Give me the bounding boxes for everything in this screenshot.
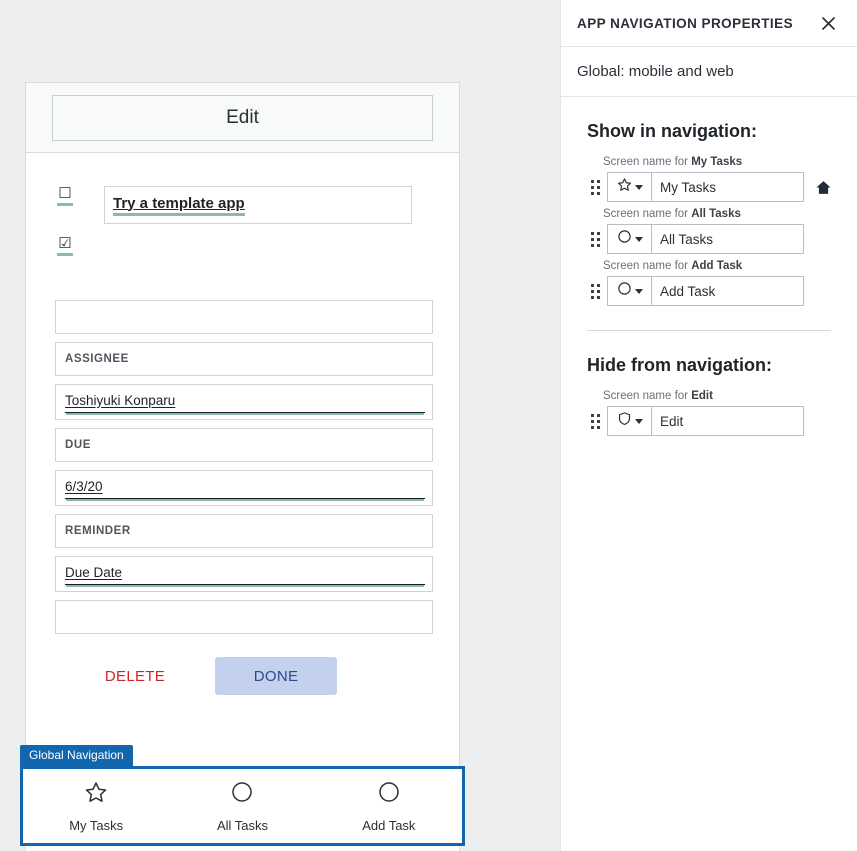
nav-config-item-my-tasks: Screen name for My Tasks — [561, 156, 857, 208]
caption-prefix: Screen name for — [603, 208, 692, 220]
task-title-text: Try a template app — [113, 195, 245, 216]
shield-icon — [617, 411, 632, 431]
global-navigation-overlay: Global Navigation My Tasks All Tasks Add… — [20, 745, 465, 846]
caption-screen: All Tasks — [691, 208, 741, 220]
nav-config-item-all-tasks: Screen name for All Tasks — [561, 208, 857, 260]
chevron-down-icon — [634, 184, 643, 190]
caption-prefix: Screen name for — [603, 260, 692, 272]
nav-config-row — [561, 224, 857, 254]
task-fields: ASSIGNEE Toshiyuki Konparu DUE 6/3/20 RE… — [26, 300, 459, 634]
field-label-due[interactable]: DUE — [55, 428, 433, 462]
chevron-down-icon — [634, 418, 643, 424]
design-canvas: Edit ☐ ☑ Try a template app ASSIGNEE Tos… — [0, 0, 560, 851]
task-row: ☐ ☑ Try a template app — [26, 153, 459, 256]
global-navigation-tag: Global Navigation — [20, 745, 133, 766]
hide-from-navigation-heading: Hide from navigation: — [587, 355, 773, 375]
app-preview-card: Edit ☐ ☑ Try a template app ASSIGNEE Tos… — [25, 82, 460, 851]
screen-name-input[interactable] — [652, 224, 804, 254]
nav-config-row — [561, 276, 857, 306]
nav-config-row — [561, 172, 857, 202]
drag-handle-icon[interactable] — [588, 228, 602, 250]
screen-name-caption: Screen name for All Tasks — [561, 208, 857, 220]
app-navigation-properties-panel: APP NAVIGATION PROPERTIES Global: mobile… — [560, 0, 857, 851]
done-button[interactable]: DONE — [215, 657, 337, 695]
icon-picker-dropdown[interactable] — [607, 276, 652, 306]
task-title-field[interactable]: Try a template app — [104, 186, 412, 224]
nav-tab-my-tasks[interactable]: My Tasks — [23, 780, 169, 833]
field-value-text: Due Date — [65, 564, 123, 580]
screen-name-caption: Screen name for Edit — [561, 390, 857, 402]
field-value-due[interactable]: 6/3/20 — [55, 470, 433, 506]
screen-name-caption: Screen name for My Tasks — [561, 156, 857, 168]
screen-name-input[interactable] — [652, 406, 804, 436]
nav-tab-label: My Tasks — [69, 817, 124, 833]
drag-handle-icon[interactable] — [588, 176, 602, 198]
app-root: Edit ☐ ☑ Try a template app ASSIGNEE Tos… — [0, 0, 857, 851]
panel-scope-label: Global: mobile and web — [561, 47, 857, 97]
nav-config-item-edit: Screen name for Edit — [561, 390, 857, 442]
nav-tab-label: All Tasks — [216, 817, 269, 833]
field-label-text: ASSIGNEE — [65, 353, 129, 365]
home-icon[interactable] — [815, 179, 832, 196]
circle-icon — [377, 780, 401, 809]
star-icon — [617, 177, 632, 197]
screen-name-input[interactable] — [652, 172, 804, 202]
caption-prefix: Screen name for — [603, 156, 692, 168]
field-label-text: REMINDER — [65, 525, 131, 537]
field-value-text: 6/3/20 — [65, 478, 103, 494]
field-empty-bottom[interactable] — [55, 600, 433, 634]
close-icon[interactable] — [815, 10, 841, 36]
show-in-navigation-list: Screen name for My Tasks My Tasks Screen… — [561, 142, 857, 312]
caption-prefix: Screen name for — [603, 390, 692, 402]
icon-picker-dropdown[interactable] — [607, 172, 652, 202]
nav-tab-all-tasks[interactable]: All Tasks — [169, 780, 315, 833]
caption-screen: My Tasks — [691, 156, 743, 168]
nav-tab-add-task[interactable]: Add Task — [316, 780, 462, 833]
field-value-text: Toshiyuki Konparu — [65, 392, 176, 408]
action-button-row: DELETE DONE — [26, 657, 459, 695]
screen-name-caption: Screen name for Add Task — [561, 260, 857, 272]
field-label-text: DUE — [65, 439, 91, 451]
field-label-assignee[interactable]: ASSIGNEE — [55, 342, 433, 376]
chevron-down-icon — [634, 288, 643, 294]
drag-handle-icon[interactable] — [588, 410, 602, 432]
caption-screen: Edit — [691, 390, 713, 402]
app-preview-header-title[interactable]: Edit — [52, 94, 433, 141]
chevron-down-icon — [634, 236, 643, 242]
field-empty-top[interactable] — [55, 300, 433, 334]
checkbox-unchecked-icon[interactable]: ☐ — [57, 186, 73, 206]
icon-picker-dropdown[interactable] — [607, 406, 652, 436]
field-value-underline: 6/3/20 — [65, 478, 425, 499]
hide-from-navigation-list: Screen name for Edit — [561, 376, 857, 442]
global-navigation-bar[interactable]: My Tasks All Tasks Add Task — [20, 766, 465, 846]
star-icon — [84, 780, 108, 809]
field-value-reminder[interactable]: Due Date — [55, 556, 433, 592]
show-in-navigation-heading: Show in navigation: — [587, 121, 757, 141]
screen-name-input[interactable] — [652, 276, 804, 306]
drag-handle-icon[interactable] — [588, 280, 602, 302]
app-preview-header: Edit — [26, 83, 459, 153]
circle-icon — [230, 780, 254, 809]
checkbox-checked-icon[interactable]: ☑ — [57, 236, 73, 256]
nav-config-item-add-task: Screen name for Add Task — [561, 260, 857, 312]
field-value-assignee[interactable]: Toshiyuki Konparu — [55, 384, 433, 420]
nav-tab-label: Add Task — [362, 817, 416, 833]
task-checkbox-column: ☐ ☑ — [26, 186, 104, 256]
app-preview-body: ☐ ☑ Try a template app ASSIGNEE Toshiyuk… — [26, 153, 459, 695]
field-label-reminder[interactable]: REMINDER — [55, 514, 433, 548]
panel-title: APP NAVIGATION PROPERTIES — [577, 15, 794, 31]
field-value-underline: Due Date — [65, 564, 425, 585]
circle-icon — [617, 229, 632, 249]
icon-picker-dropdown[interactable] — [607, 224, 652, 254]
circle-icon — [617, 281, 632, 301]
field-value-underline: Toshiyuki Konparu — [65, 392, 425, 413]
caption-screen: Add Task — [691, 260, 743, 272]
panel-header: APP NAVIGATION PROPERTIES — [561, 0, 857, 47]
delete-button[interactable]: DELETE — [55, 667, 215, 686]
nav-config-row — [561, 406, 857, 436]
